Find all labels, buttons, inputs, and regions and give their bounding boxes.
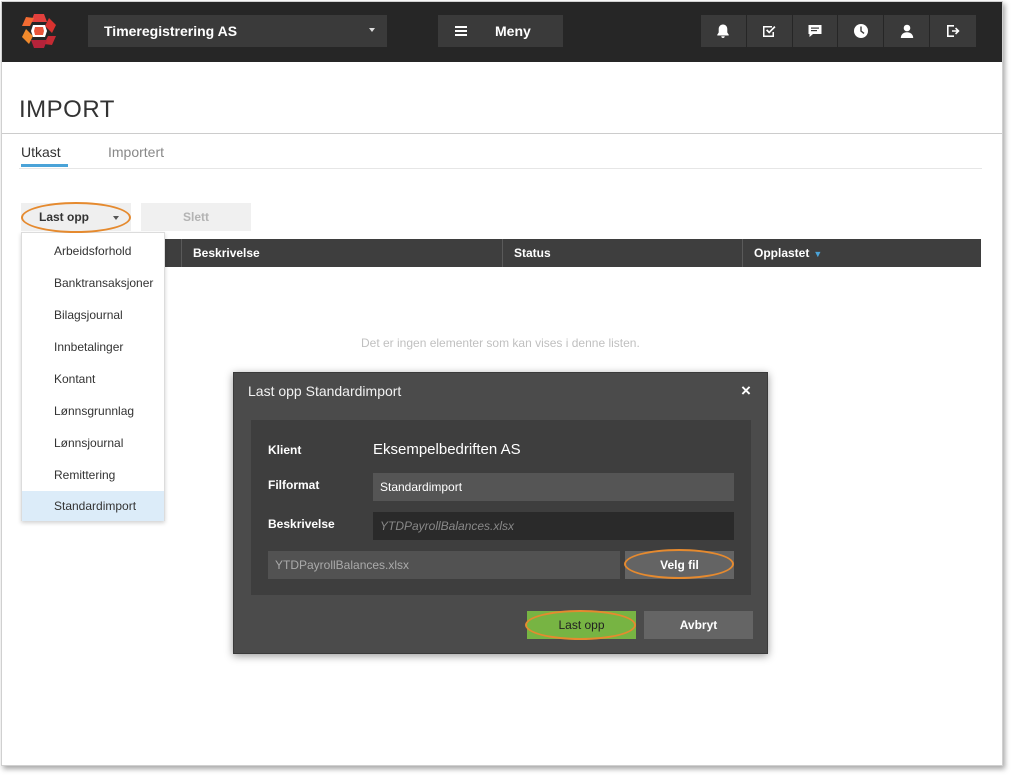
company-name: Timeregistrering AS	[104, 23, 238, 39]
menu-button[interactable]: Meny	[438, 15, 563, 47]
chat-icon	[808, 25, 822, 37]
menu-label: Meny	[495, 23, 531, 39]
top-bar: Timeregistrering AS Meny	[2, 2, 1002, 62]
column-status-label: Status	[514, 246, 551, 260]
menu-item-arbeidsforhold[interactable]: Arbeidsforhold	[22, 235, 164, 267]
column-opplastet-label: Opplastet	[754, 246, 810, 260]
tab-importert[interactable]: Importert	[108, 144, 164, 160]
description-input[interactable]: YTDPayrollBalances.xlsx	[373, 512, 734, 540]
description-label: Beskrivelse	[268, 517, 335, 531]
profile-button[interactable]	[884, 15, 931, 47]
menu-item-remittering[interactable]: Remittering	[22, 459, 164, 491]
format-label: Filformat	[268, 478, 320, 492]
upload-dropdown-button[interactable]: Last opp	[21, 203, 131, 231]
menu-item-standardimport[interactable]: Standardimport	[22, 491, 164, 521]
dialog-form-panel: Klient Eksempelbedriften AS Filformat St…	[251, 420, 751, 595]
checklist-icon	[763, 26, 776, 37]
table-header: Beskrivelse Status Opplastet ▼	[21, 239, 981, 267]
chevron-down-icon	[369, 28, 375, 32]
time-button[interactable]	[838, 15, 885, 47]
delete-button[interactable]: Slett	[141, 203, 251, 231]
menu-item-lonnsgrunnlag[interactable]: Lønnsgrunnlag	[22, 395, 164, 427]
upload-type-menu: Arbeidsforhold Banktransaksjoner Bilagsj…	[21, 232, 165, 521]
menu-item-bilagsjournal[interactable]: Bilagsjournal	[22, 299, 164, 331]
menu-item-banktransaksjoner[interactable]: Banktransaksjoner	[22, 267, 164, 299]
logout-icon	[947, 25, 960, 37]
app-window: Timeregistrering AS Meny IMPORT Utkast I…	[1, 1, 1003, 766]
hamburger-icon	[455, 26, 467, 36]
menu-item-lonnsjournal[interactable]: Lønnsjournal	[22, 427, 164, 459]
format-field[interactable]: Standardimport	[373, 473, 734, 501]
cancel-button[interactable]: Avbryt	[644, 611, 753, 639]
column-opplastet[interactable]: Opplastet ▼	[742, 239, 981, 267]
choose-file-button[interactable]: Velg fil	[625, 551, 734, 579]
menu-item-innbetalinger[interactable]: Innbetalinger	[22, 331, 164, 363]
column-beskrivelse-label: Beskrivelse	[193, 246, 260, 260]
logout-button[interactable]	[930, 15, 976, 47]
active-tab-indicator	[21, 164, 68, 167]
sort-descending-icon: ▼	[813, 249, 823, 259]
header-icon-group	[701, 15, 976, 47]
empty-list-message: Det er ingen elementer som kan vises i d…	[361, 336, 640, 350]
title-divider	[2, 133, 1002, 134]
upload-dialog: Last opp Standardimport × Klient Eksempe…	[233, 372, 768, 654]
dialog-title: Last opp Standardimport	[248, 383, 402, 399]
clock-icon	[853, 24, 868, 38]
client-value: Eksempelbedriften AS	[373, 441, 521, 458]
upload-submit-button[interactable]: Last opp	[527, 611, 636, 639]
tabs-divider	[19, 168, 982, 169]
upload-dropdown-label: Last opp	[39, 210, 89, 224]
bell-icon	[717, 24, 730, 38]
tasks-button[interactable]	[747, 15, 793, 47]
notifications-button[interactable]	[701, 15, 747, 47]
messages-button[interactable]	[793, 15, 839, 47]
close-icon[interactable]: ×	[741, 381, 751, 401]
user-icon	[900, 24, 913, 38]
chevron-down-icon	[113, 216, 119, 220]
file-name-field[interactable]: YTDPayrollBalances.xlsx	[268, 551, 620, 579]
client-label: Klient	[268, 443, 302, 457]
company-selector[interactable]: Timeregistrering AS	[88, 15, 387, 47]
page-title: IMPORT	[19, 96, 115, 123]
tab-utkast[interactable]: Utkast	[21, 144, 61, 160]
menu-item-kontant[interactable]: Kontant	[22, 363, 164, 395]
column-beskrivelse[interactable]: Beskrivelse	[181, 239, 502, 267]
app-logo-icon[interactable]	[19, 11, 59, 51]
column-status[interactable]: Status	[502, 239, 742, 267]
